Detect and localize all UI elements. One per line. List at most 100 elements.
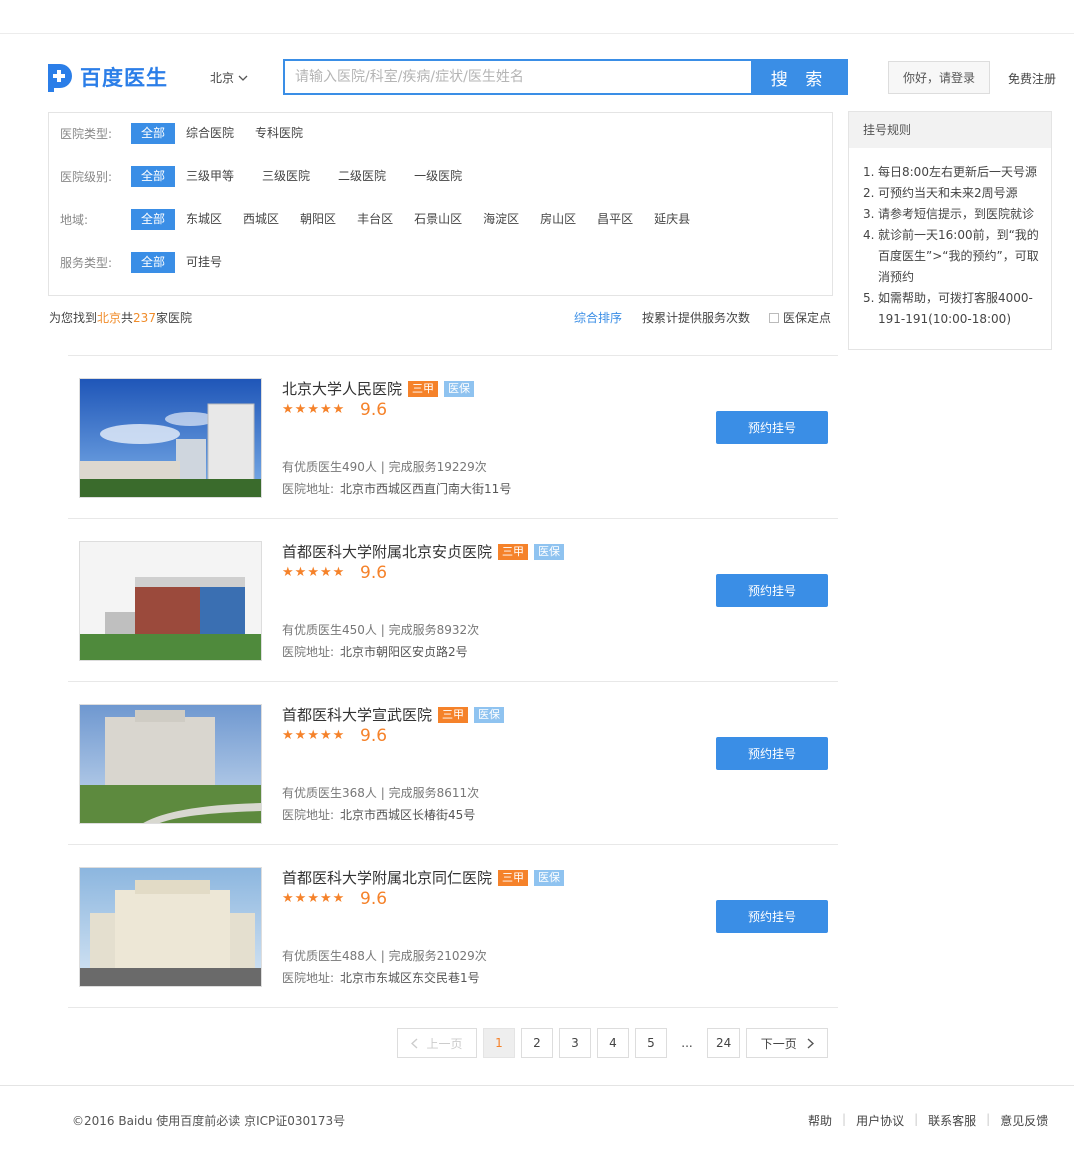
footer-link-help[interactable]: 帮助 — [808, 1112, 832, 1129]
footer-link-contact[interactable]: 联系客服 — [928, 1112, 976, 1129]
hospital-name-text: 首都医科大学附属北京安贞医院 — [282, 543, 493, 561]
star-icon: ★ — [319, 565, 332, 580]
page-number-button[interactable]: 5 — [635, 1028, 667, 1058]
rule-text: 每日8:00左右更新后一天号源 — [878, 165, 1037, 179]
hospital-name[interactable]: 首都医科大学附属北京同仁医院 三甲 医保 — [282, 867, 565, 888]
footer-link-feedback[interactable]: 意见反馈 — [1000, 1112, 1048, 1129]
hospital-photo[interactable] — [79, 378, 262, 498]
filter-option[interactable]: 全部 — [131, 165, 176, 187]
hospital-name-text: 首都医科大学附属北京同仁医院 — [282, 869, 493, 887]
page-number-button[interactable]: 24 — [707, 1028, 741, 1058]
rule-number: 4. — [863, 228, 875, 242]
star-icon: ★ — [294, 728, 307, 743]
prev-page-button[interactable]: 上一页 — [397, 1028, 477, 1058]
address-label: 医院地址: — [282, 971, 335, 985]
hospital-name-text: 首都医科大学宣武医院 — [282, 706, 433, 724]
filter-option[interactable]: 西城区 — [233, 209, 289, 230]
page-number-button[interactable]: 3 — [559, 1028, 591, 1058]
hospital-name[interactable]: 北京大学人民医院 三甲 医保 — [282, 378, 475, 399]
address-value: 北京市东城区东交民巷1号 — [340, 971, 480, 985]
star-icon: ★ — [307, 402, 319, 417]
filter-option[interactable]: 延庆县 — [644, 209, 700, 230]
star-icon: ★ — [332, 565, 345, 580]
filter-row-hospital-level: 医院级别: 全部 三级甲等 三级医院 二级医院 一级医院 — [49, 165, 473, 187]
filter-option[interactable]: 二级医院 — [328, 166, 396, 187]
filter-option[interactable]: 三级医院 — [252, 166, 320, 187]
filter-option[interactable]: 全部 — [131, 122, 176, 144]
filter-panel: 医院类型: 全部 综合医院 专科医院 医院级别: 全部 三级甲等 三级医院 二级… — [48, 112, 833, 296]
sort-comprehensive[interactable]: 综合排序 — [574, 309, 622, 326]
page-number-button[interactable]: 1 — [483, 1028, 515, 1058]
search-button[interactable]: 搜 索 — [751, 59, 848, 95]
filter-label: 服务类型: — [60, 255, 113, 270]
star-icon: ★ — [332, 891, 345, 906]
book-appointment-button[interactable]: 预约挂号 — [716, 411, 828, 444]
hospital-photo[interactable] — [79, 867, 262, 987]
hospital-name[interactable]: 首都医科大学宣武医院 三甲 医保 — [282, 704, 505, 725]
next-page-button[interactable]: 下一页 — [746, 1028, 829, 1058]
star-icon: ★ — [307, 891, 319, 906]
filter-option[interactable]: 房山区 — [530, 209, 586, 230]
book-appointment-button[interactable]: 预约挂号 — [716, 737, 828, 770]
hospital-address: 医院地址: 北京市朝阳区安贞路2号 — [282, 643, 468, 660]
hospital-stats: 有优质医生488人 | 完成服务21029次 — [282, 949, 487, 963]
star-rating: ★ ★ ★ ★ ★ — [282, 729, 344, 742]
footer-divider — [0, 1085, 1074, 1086]
star-icon: ★ — [294, 402, 307, 417]
address-value: 北京市西城区长椿街45号 — [340, 808, 476, 822]
chevron-down-icon — [238, 71, 248, 85]
filter-option[interactable]: 可挂号 — [176, 252, 232, 273]
rule-number: 5. — [863, 291, 875, 305]
rule-text: 就诊前一天16:00前，到“我的百度医生”>“我的预约”，可取消预约 — [878, 228, 1039, 284]
summary-count: 237 — [133, 311, 156, 325]
logo[interactable]: 百度医生 — [46, 62, 168, 92]
footer-link-agreement[interactable]: 用户协议 — [856, 1112, 904, 1129]
hospital-item: 首都医科大学宣武医院 三甲 医保 ★ ★ ★ ★ ★ 9.6 有优质医生368人 | 完… — [68, 682, 838, 845]
star-icon: ★ — [332, 402, 345, 417]
filter-option[interactable]: 海淀区 — [473, 209, 529, 230]
address-value: 北京市朝阳区安贞路2号 — [340, 645, 468, 659]
filter-option[interactable]: 一级医院 — [404, 166, 472, 187]
book-appointment-button[interactable]: 预约挂号 — [716, 900, 828, 933]
register-link[interactable]: 免费注册 — [1008, 70, 1056, 87]
level-badge: 三甲 — [498, 869, 529, 886]
summary-mid: 共 — [121, 311, 134, 325]
filter-option[interactable]: 石景山区 — [404, 209, 472, 230]
hospital-name[interactable]: 首都医科大学附属北京安贞医院 三甲 医保 — [282, 541, 565, 562]
star-icon: ★ — [282, 565, 294, 580]
hospital-item: 首都医科大学附属北京同仁医院 三甲 医保 ★ ★ ★ ★ ★ 9.6 有优质医生488人… — [68, 845, 838, 1008]
star-icon: ★ — [307, 565, 319, 580]
hospital-address: 医院地址: 北京市西城区长椿街45号 — [282, 806, 475, 823]
filter-option[interactable]: 昌平区 — [587, 209, 643, 230]
filter-option[interactable]: 三级甲等 — [176, 166, 244, 187]
filter-option[interactable]: 全部 — [131, 251, 176, 273]
hospital-address: 医院地址: 北京市西城区西直门南大街11号 — [282, 480, 511, 497]
rule-item: 3. 请参考短信提示，到医院就诊 — [863, 204, 1039, 225]
login-button[interactable]: 你好，请登录 — [888, 61, 990, 94]
hospital-address: 医院地址: 北京市东城区东交民巷1号 — [282, 969, 480, 986]
filter-option[interactable]: 东城区 — [176, 209, 232, 230]
star-icon: ★ — [319, 728, 332, 743]
hospital-photo[interactable] — [79, 541, 262, 661]
filter-option[interactable]: 朝阳区 — [290, 209, 346, 230]
city-selector[interactable]: 北京 — [210, 69, 248, 86]
filter-label: 医院级别: — [60, 169, 113, 184]
filter-option[interactable]: 丰台区 — [347, 209, 403, 230]
page-number-button[interactable]: 2 — [521, 1028, 553, 1058]
insurance-filter-checkbox[interactable]: 医保定点 — [769, 309, 831, 326]
book-appointment-button[interactable]: 预约挂号 — [716, 574, 828, 607]
star-icon: ★ — [307, 728, 319, 743]
filter-option[interactable]: 专科医院 — [245, 123, 313, 144]
filter-option[interactable]: 全部 — [131, 208, 176, 230]
rule-item: 1. 每日8:00左右更新后一天号源 — [863, 162, 1039, 183]
filter-option[interactable]: 综合医院 — [176, 123, 244, 144]
hospital-photo[interactable] — [79, 704, 262, 824]
rule-text: 请参考短信提示，到医院就诊 — [878, 207, 1035, 221]
page-number-button[interactable]: 4 — [597, 1028, 629, 1058]
search-input[interactable] — [283, 59, 753, 95]
address-value: 北京市西城区西直门南大街11号 — [340, 482, 512, 496]
footer-links: 帮助 | 用户协议 | 联系客服 | 意见反馈 — [808, 1112, 1048, 1129]
hospital-item: 首都医科大学附属北京安贞医院 三甲 医保 ★ ★ ★ ★ ★ 9.6 有优质医生450人… — [68, 519, 838, 682]
rule-number: 2. — [863, 186, 875, 200]
sort-by-service-count[interactable]: 按累计提供服务次数 — [642, 309, 750, 326]
